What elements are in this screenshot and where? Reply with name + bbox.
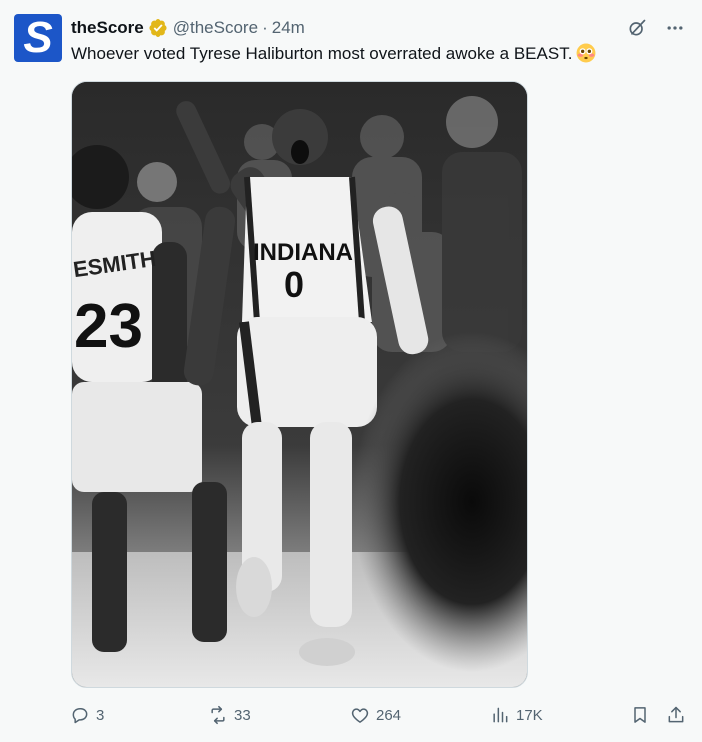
like-button[interactable]: 264 [350, 703, 401, 727]
more-icon[interactable] [662, 15, 688, 41]
tweet-actions: 3 33 264 17K [70, 703, 690, 727]
views-icon [493, 707, 508, 723]
handle[interactable]: @theScore [173, 18, 258, 38]
bookmark-button[interactable] [630, 703, 650, 727]
tweet-header: theScore @theScore · 24m [71, 17, 305, 39]
share-icon [668, 706, 684, 723]
reply-icon [72, 708, 88, 724]
avatar[interactable]: S [14, 14, 62, 62]
flushed-face-emoji-icon [576, 43, 596, 63]
tweet[interactable]: S theScore @theScore · 24m Whoever voted… [0, 0, 702, 742]
reply-count: 3 [96, 706, 105, 724]
bookmark-icon [634, 707, 646, 723]
main-jersey-number: 0 [284, 264, 304, 305]
main-jersey-name: INDIANA [253, 239, 353, 266]
timestamp[interactable]: 24m [272, 18, 305, 38]
grok-icon[interactable] [624, 15, 650, 41]
separator-dot: · [262, 18, 268, 37]
left-jersey-number: 23 [74, 292, 143, 361]
views-count: 17K [516, 706, 543, 724]
repost-button[interactable]: 33 [208, 703, 251, 727]
display-name[interactable]: theScore [71, 18, 144, 38]
avatar-logo: S [23, 14, 53, 62]
like-count: 264 [376, 706, 402, 724]
reply-button[interactable]: 3 [70, 703, 104, 727]
views-button[interactable]: 17K [490, 703, 543, 727]
repost-icon [211, 705, 225, 725]
tweet-photo[interactable]: ESMITH 23 INDIANA 0 [71, 81, 528, 688]
like-icon [351, 708, 369, 723]
tweet-body: Whoever voted Tyrese Haliburton most ove… [71, 44, 573, 63]
share-button[interactable] [666, 703, 686, 727]
tweet-header-actions [624, 15, 688, 41]
verified-badge-icon [149, 19, 167, 37]
repost-count: 33 [234, 706, 251, 724]
tweet-text: Whoever voted Tyrese Haliburton most ove… [71, 43, 596, 65]
